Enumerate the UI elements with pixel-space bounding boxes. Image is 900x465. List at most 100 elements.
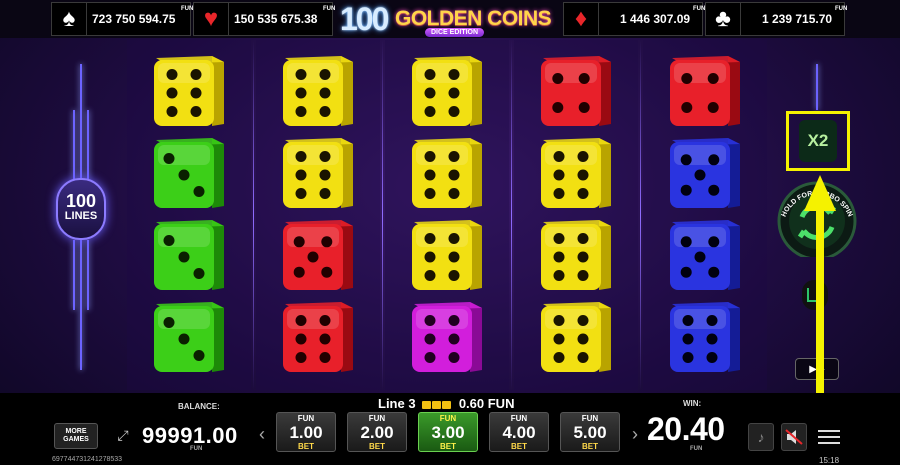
dice-6-icon [412,220,482,290]
die-yellow-6 [410,136,484,210]
dice-6-icon [670,302,740,372]
clock: 15:18 [819,456,840,465]
dice-6-icon [541,302,611,372]
more-games-label: MORE GAMES [63,428,89,443]
bet-label: BET [369,442,385,451]
bet-button-5[interactable]: FUN 5.00 BET [560,412,620,452]
die-yellow-6 [539,300,613,374]
die-yellow-6 [539,218,613,292]
bet-label: BET [511,442,527,451]
die-purple-6 [410,300,484,374]
lines-badge: 100 LINES [56,178,106,240]
multiplier-highlight[interactable]: X2 [786,111,850,171]
music-note-icon[interactable]: ♪ [748,423,774,451]
jackpot-clubs-value: 1 239 715.70 [762,12,833,26]
turbo-toggle[interactable] [802,280,828,310]
speaker-muted-icon[interactable] [781,423,807,451]
bet-amount: 1.00 [289,423,323,442]
heart-icon: ♥ [194,3,229,35]
jackpot-spades-currency: FUN [181,6,194,12]
line-win-prefix: Line 3 [378,396,416,411]
dice-6-icon [412,302,482,372]
reel-3 [385,40,509,390]
lines-label: LINES [64,210,98,222]
bet-button-1[interactable]: FUN 1.00 BET [276,412,336,452]
jackpot-diamonds-currency: FUN [693,6,706,12]
jackpot-diamonds-value: 1 446 307.09 [620,12,691,26]
die-yellow-6 [410,54,484,128]
reel-divider [640,40,641,390]
dice-6-icon [541,220,611,290]
bet-amount: 5.00 [573,423,607,442]
jackpot-hearts: ♥ 150 535 675.38 FUN [193,2,336,36]
bet-currency: FUN [297,414,315,423]
dice-3-icon [154,302,224,372]
session-id: 697744731241278533 [52,456,123,463]
die-yellow-6 [539,136,613,210]
reel-divider [382,40,383,390]
jackpot-clubs: ♣ 1 239 715.70 FUN [705,2,848,36]
hamburger-icon[interactable] [816,426,842,446]
die-red-4 [668,54,742,128]
bet-prev-chevron-icon[interactable]: ‹ [259,424,265,445]
bet-button-4[interactable]: FUN 4.00 BET [489,412,549,452]
lines-count: 100 [65,191,97,211]
dice-6-icon [154,56,224,126]
autoplay-button[interactable]: ▶▶ [795,358,839,380]
bet-label: BET [582,442,598,451]
reel-divider [511,40,512,390]
dice-4-icon [670,56,740,126]
dice-5-icon [670,220,740,290]
bet-label: BET [298,442,314,451]
spade-icon: ♠ [52,3,87,35]
die-yellow-6 [281,136,355,210]
fullscreen-icon[interactable]: ⤢ [112,427,134,447]
dice-6-icon [412,138,482,208]
jackpot-bar: ♠ 723 750 594.75 FUN ♥ 150 535 675.38 FU… [0,0,900,38]
win-value: 20.40 [647,411,725,447]
bet-currency: FUN [510,414,528,423]
dice-3-icon [154,220,224,290]
game-logo: 100 GOLDEN COINS DICE EDITION [335,1,557,39]
dice-6-icon [283,302,353,372]
balance-currency: FUN [190,446,203,452]
die-blue-6 [668,300,742,374]
die-blue-5 [668,218,742,292]
dice-6-icon [541,138,611,208]
right-neon-decoration [816,64,818,110]
die-green-3 [152,218,226,292]
bet-currency: FUN [439,414,457,423]
logo-edition: DICE EDITION [425,28,485,37]
coins-icon [422,400,452,409]
die-yellow-6 [152,54,226,128]
turbo-icon [807,288,823,302]
dice-6-icon [412,56,482,126]
bet-currency: FUN [581,414,599,423]
spin-button[interactable]: HOLD FOR TURBO SPIN [766,177,866,261]
line-win-info: Line 3 0.60 FUN [378,396,514,411]
multiplier-label: X2 [799,120,837,162]
reel-4 [514,40,638,390]
jackpot-hearts-currency: FUN [323,6,336,12]
die-green-3 [152,300,226,374]
bet-button-2[interactable]: FUN 2.00 BET [347,412,407,452]
dice-5-icon [283,220,353,290]
win-currency: FUN [690,446,703,452]
more-games-button[interactable]: MORE GAMES [54,423,98,449]
jackpot-clubs-currency: FUN [835,6,848,12]
reel-2 [256,40,380,390]
die-green-3 [152,136,226,210]
dice-6-icon [283,138,353,208]
bet-next-chevron-icon[interactable]: › [632,424,638,445]
die-red-5 [281,218,355,292]
spin-icon: HOLD FOR TURBO SPIN [777,181,857,261]
club-icon: ♣ [706,3,741,35]
die-red-4 [539,54,613,128]
die-yellow-6 [281,54,355,128]
jackpot-diamonds: ♦ 1 446 307.09 FUN [563,2,706,36]
reels-area [127,40,767,390]
bet-amount: 2.00 [360,423,394,442]
bet-label: BET [440,442,456,451]
reel-5 [643,40,767,390]
bet-button-3[interactable]: FUN 3.00 BET [418,412,478,452]
